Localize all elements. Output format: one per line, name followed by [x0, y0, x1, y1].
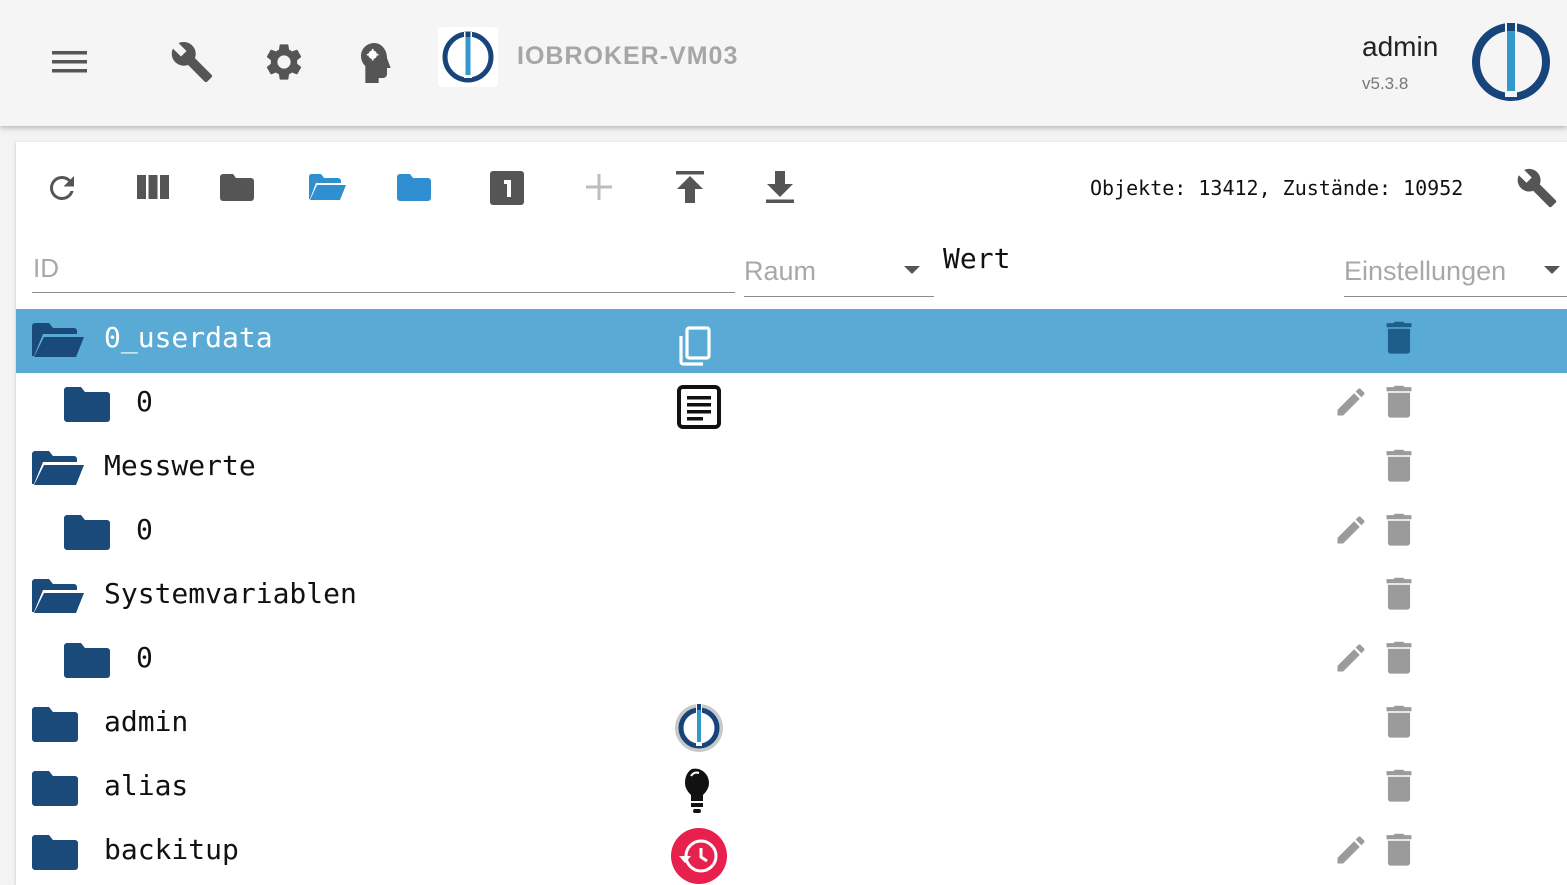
delete-icon[interactable] [1382, 575, 1416, 611]
upload-icon[interactable] [675, 170, 705, 204]
tree-row[interactable]: Messwerte [16, 437, 1567, 501]
delete-icon[interactable] [1382, 703, 1416, 739]
tree-row[interactable]: Systemvariablen [16, 565, 1567, 629]
one-level-icon[interactable] [490, 171, 524, 205]
tree-item-name: backitup [104, 833, 239, 866]
delete-icon[interactable] [1382, 639, 1416, 675]
folder-icon[interactable] [32, 834, 78, 870]
settings-filter-label: Einstellungen [1344, 256, 1507, 286]
folder-icon[interactable] [64, 642, 110, 678]
app-bar: IOBROKER-VM03 admin v5.3.8 [0, 0, 1567, 126]
lightbulb-icon[interactable] [670, 763, 728, 821]
delete-icon[interactable] [1382, 831, 1416, 867]
room-filter-label: Raum [744, 256, 817, 286]
tree-item-name: Messwerte [104, 449, 256, 482]
version-label: v5.3.8 [1362, 74, 1409, 93]
host-title: IOBROKER-VM03 [517, 42, 739, 70]
user-name[interactable]: admin [1362, 31, 1438, 63]
add-icon[interactable] [583, 171, 615, 203]
tree-row[interactable]: backitup [16, 821, 1567, 885]
iobroker-logo-box[interactable] [438, 27, 498, 87]
delete-icon[interactable] [1382, 383, 1416, 419]
edit-icon[interactable] [1333, 384, 1369, 420]
edit-icon[interactable] [1333, 832, 1369, 868]
copy-icon[interactable] [670, 315, 728, 373]
room-filter-select[interactable]: Raum [744, 246, 934, 297]
tree-item-name: Systemvariablen [104, 577, 357, 610]
admin-logo-icon[interactable] [670, 699, 728, 757]
wrench-icon[interactable] [170, 40, 214, 84]
value-column-header: Wert [943, 242, 1011, 275]
object-counts: Objekte: 13412, Zustände: 10952 [1090, 176, 1464, 200]
tree-row[interactable]: 0 [16, 373, 1567, 437]
tree-item-name: 0 [136, 513, 153, 546]
refresh-icon[interactable] [44, 170, 80, 206]
folder-icon[interactable] [32, 706, 78, 742]
backup-clock-icon[interactable] [670, 827, 728, 885]
tree-item-name: 0 [136, 385, 153, 418]
tree-row[interactable]: admin [16, 693, 1567, 757]
tree-item-name: 0_userdata [104, 321, 273, 354]
id-filter-input[interactable] [32, 244, 735, 293]
objects-panel: Objekte: 13412, Zustände: 10952 Raum Wer… [16, 142, 1567, 885]
tree-row[interactable]: 0_userdata [16, 309, 1567, 373]
iobroker-big-logo[interactable] [1470, 21, 1552, 103]
tree-row[interactable]: alias [16, 757, 1567, 821]
iobroker-logo-icon [442, 31, 494, 83]
folder-open-icon[interactable] [32, 450, 84, 486]
folder-open-icon[interactable] [32, 578, 84, 614]
tree-row[interactable]: 0 [16, 501, 1567, 565]
folder-icon[interactable] [220, 173, 254, 201]
chevron-down-icon [904, 266, 920, 274]
menu-icon[interactable] [52, 48, 87, 76]
delete-icon[interactable] [1382, 767, 1416, 803]
columns-icon[interactable] [136, 172, 170, 202]
settings-filter-select[interactable]: Einstellungen [1344, 246, 1567, 297]
folder-open-icon[interactable] [32, 322, 84, 358]
tree-item-name: alias [104, 769, 189, 802]
edit-icon[interactable] [1333, 512, 1369, 548]
folder-open-icon[interactable] [308, 173, 346, 201]
delete-icon[interactable] [1382, 447, 1416, 483]
folder-icon[interactable] [64, 386, 110, 422]
folder-icon[interactable] [32, 770, 78, 806]
tree-item-name: admin [104, 705, 189, 738]
delete-icon[interactable] [1382, 319, 1416, 355]
edit-icon[interactable] [1333, 640, 1369, 676]
download-icon[interactable] [765, 170, 795, 204]
tree-row[interactable]: 0 [16, 629, 1567, 693]
expert-head-icon[interactable] [356, 40, 396, 86]
document-icon[interactable] [670, 379, 728, 437]
gear-icon[interactable] [262, 40, 306, 84]
folder-blue-icon[interactable] [397, 173, 431, 201]
tree-item-name: 0 [136, 641, 153, 674]
chevron-down-icon [1544, 266, 1560, 274]
delete-icon[interactable] [1382, 511, 1416, 547]
wrench-icon[interactable] [1516, 167, 1558, 209]
folder-icon[interactable] [64, 514, 110, 550]
